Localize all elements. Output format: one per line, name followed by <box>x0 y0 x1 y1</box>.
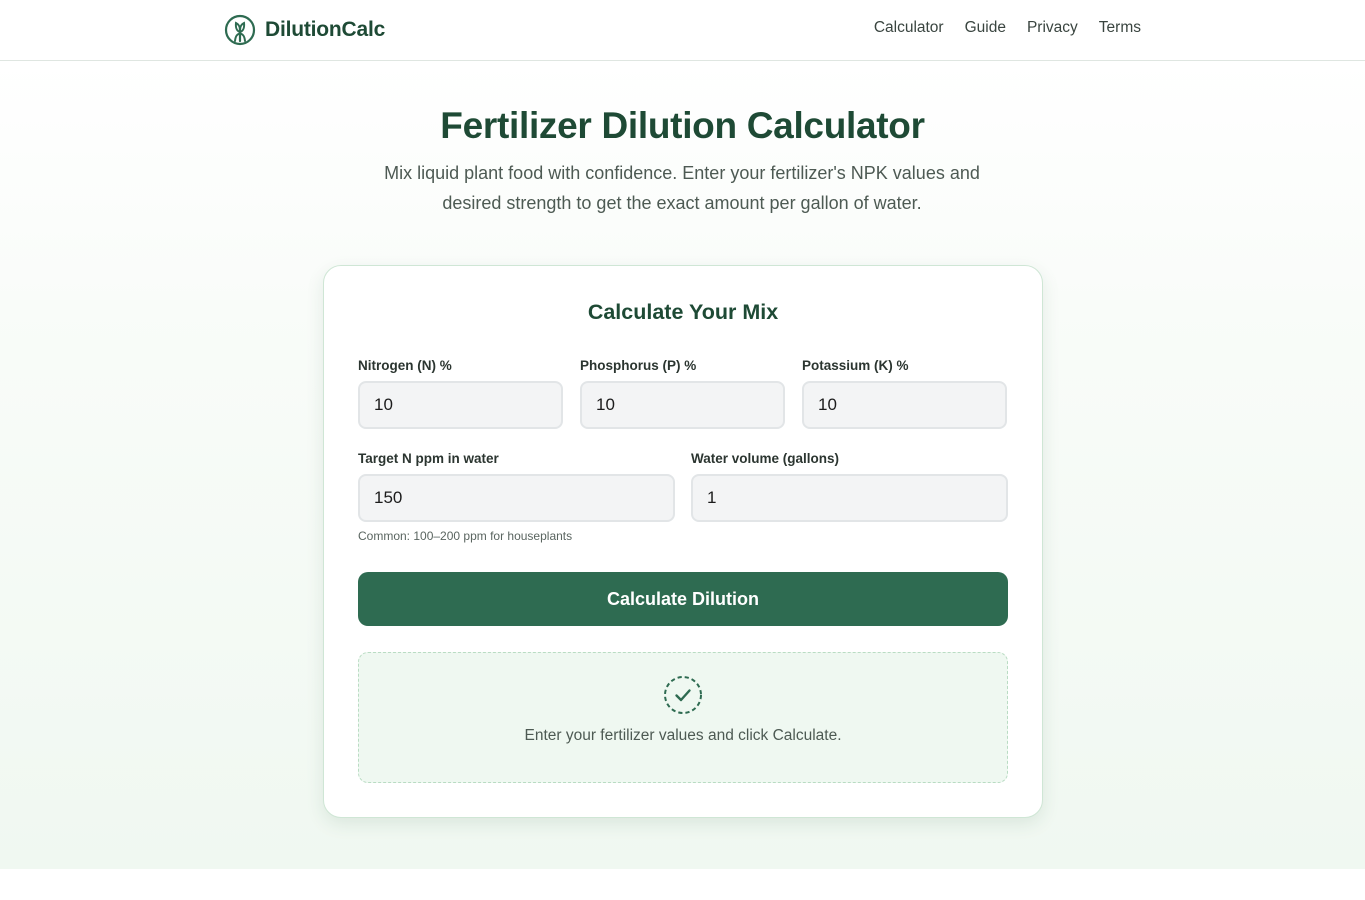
target-ppm-hint: Common: 100–200 ppm for houseplants <box>358 529 573 543</box>
water-volume-input[interactable] <box>691 474 1008 522</box>
nav-link-terms[interactable]: Terms <box>1099 19 1141 37</box>
result-message: Enter your fertilizer values and click C… <box>524 727 842 744</box>
page-subtitle: Mix liquid plant food with confidence. E… <box>384 163 980 213</box>
result-panel: Enter your fertilizer values and click C… <box>358 652 1008 783</box>
phosphorus-input[interactable] <box>580 381 785 429</box>
nitrogen-input[interactable] <box>358 381 563 429</box>
page-title: Fertilizer Dilution Calculator <box>440 105 925 146</box>
brand-name: DilutionCalc <box>265 18 386 41</box>
nav-link-guide[interactable]: Guide <box>965 19 1006 37</box>
nav-link-privacy[interactable]: Privacy <box>1027 19 1078 37</box>
calculator-card: Calculate Your Mix Nitrogen (N) % Phosph… <box>323 265 1043 818</box>
main-nav: Calculator Guide Privacy Terms <box>874 19 1141 37</box>
top-navbar: DilutionCalc Calculator Guide Privacy Te… <box>0 0 1365 61</box>
nav-link-calculator[interactable]: Calculator <box>874 19 944 37</box>
target-ppm-label: Target N ppm in water <box>358 451 499 466</box>
calculate-dilution-button[interactable]: Calculate Dilution <box>358 572 1008 626</box>
potassium-input[interactable] <box>802 381 1007 429</box>
calculator-title: Calculate Your Mix <box>587 300 779 324</box>
potassium-label: Potassium (K) % <box>802 358 909 373</box>
sprout-circle-icon <box>224 14 256 46</box>
brand-logo-link[interactable]: DilutionCalc <box>224 14 385 46</box>
water-volume-label: Water volume (gallons) <box>691 451 840 466</box>
dashed-circle-check-icon <box>664 676 702 714</box>
hero-section: Fertilizer Dilution Calculator Mix liqui… <box>0 61 1365 869</box>
nitrogen-label: Nitrogen (N) % <box>358 358 452 373</box>
target-ppm-input[interactable] <box>358 474 675 522</box>
phosphorus-label: Phosphorus (P) % <box>580 358 697 373</box>
